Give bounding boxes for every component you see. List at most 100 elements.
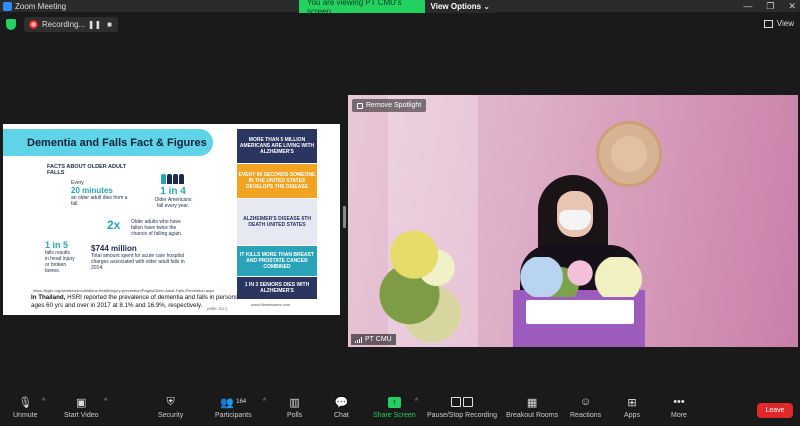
- view-label: View: [776, 19, 794, 28]
- one-in-five-block: 1 in 5 falls results in head injury or b…: [45, 240, 75, 274]
- apps-label: Apps: [624, 412, 640, 419]
- slide-source: https://bgllc.org/whatsendo/childrens-he…: [33, 288, 215, 293]
- breakout-rooms-button[interactable]: ▦ Breakout Rooms: [506, 396, 559, 420]
- apps-button[interactable]: ⊞ Apps: [624, 396, 640, 420]
- start-video-button[interactable]: ▣ Start Video: [64, 396, 99, 420]
- thailand-bold: In Thailand,: [31, 294, 66, 301]
- reactions-button[interactable]: ☺ Reactions: [570, 396, 601, 419]
- participants-button[interactable]: 👥 164 Participants: [215, 396, 252, 420]
- every-value: 20 minutes: [71, 186, 113, 195]
- window-controls: — ❐ ✕: [743, 0, 796, 12]
- participants-label: Participants: [215, 412, 252, 419]
- polls-label: Polls: [287, 412, 303, 419]
- viewing-banner: You are viewing PT CMU's screen View Opt…: [299, 0, 496, 16]
- breakout-rooms-icon: ▦: [526, 396, 538, 409]
- shield-icon: ⛨: [166, 395, 175, 408]
- maximize-button[interactable]: ❐: [766, 1, 774, 12]
- every-block: Every 20 minutes an older adult dies fro…: [71, 180, 131, 207]
- unmute-button[interactable]: 🎙 Unmute: [13, 396, 38, 420]
- flower-arrangement: [378, 215, 468, 347]
- alz-card-1: MORE THAN 5 MILLION AMERICANS ARE LIVING…: [237, 129, 317, 163]
- leave-button[interactable]: Leave: [757, 403, 793, 418]
- one-in-five-desc: falls results in head injury or broken b…: [45, 250, 75, 274]
- participant-name-tag: PT CMU: [351, 334, 396, 345]
- meeting-topbar: [0, 12, 800, 38]
- minimize-button[interactable]: —: [743, 1, 752, 11]
- facts-heading: FACTS ABOUT OLDER ADULT FALLS: [47, 164, 127, 176]
- muted-mic-icon: 🎙: [18, 396, 33, 409]
- remove-spotlight-button[interactable]: Remove Spotlight: [352, 99, 427, 112]
- reactions-icon: ☺: [579, 396, 592, 408]
- audio-options-caret[interactable]: ^: [42, 398, 45, 405]
- polls-button[interactable]: ▥ Polls: [287, 396, 303, 420]
- participant-name: PT CMU: [365, 336, 392, 343]
- remove-spotlight-label: Remove Spotlight: [366, 102, 422, 109]
- one-in-five: 1 in 5: [45, 240, 69, 250]
- start-video-label: Start Video: [64, 412, 99, 419]
- grid-view-icon: [763, 19, 773, 28]
- reactions-label: Reactions: [570, 412, 602, 419]
- face-mask: [559, 210, 591, 230]
- two-x-desc: Older adults who have fallen have twice …: [131, 219, 183, 237]
- alzheimers-infographic: MORE THAN 5 MILLION AMERICANS ARE LIVING…: [237, 129, 317, 313]
- recording-indicator: Recording... ❚❚ ■: [24, 17, 118, 32]
- hsri-note: (HSRI, 2017): [207, 307, 228, 311]
- cost-value: $744 million: [91, 244, 137, 253]
- stop-recording-icon[interactable]: ■: [107, 20, 112, 29]
- window-title: Zoom Meeting: [15, 1, 67, 11]
- falls-infographic: FACTS ABOUT OLDER ADULT FALLS Every 20 m…: [31, 164, 211, 284]
- alz-card-3: ALZHEIMER'S DISEASE 6TH DEATH UNITED STA…: [237, 199, 317, 245]
- share-options-caret[interactable]: ^: [415, 398, 418, 405]
- view-options-button[interactable]: View Options ⌄: [424, 0, 496, 13]
- share-screen-icon: ↑: [387, 396, 401, 408]
- close-button[interactable]: ✕: [788, 1, 796, 12]
- cost-desc: Total amount spent for acute care hospit…: [91, 253, 185, 271]
- video-options-caret[interactable]: ^: [104, 398, 107, 405]
- pause-recording-icon[interactable]: ❚❚: [88, 20, 101, 29]
- share-screen-label: Share Screen: [373, 412, 416, 419]
- polls-icon: ▥: [289, 396, 300, 409]
- share-screen-button[interactable]: ↑ Share Screen: [373, 396, 416, 419]
- alz-card-5: 1 IN 3 SENIORS DIES WITH ALZHEIMER'S: [237, 277, 317, 299]
- one-in-four: 1 in 4: [160, 186, 186, 197]
- zoom-logo-icon: [3, 1, 12, 11]
- cost-block: $744 million Total amount spent for acut…: [91, 244, 191, 271]
- encryption-shield-icon[interactable]: [6, 19, 16, 30]
- breakout-label: Breakout Rooms: [506, 412, 559, 419]
- viewing-banner-text: You are viewing PT CMU's screen: [299, 0, 425, 16]
- pause-stop-recording-button[interactable]: Pause/Stop Recording: [427, 396, 497, 419]
- more-icon: •••: [673, 396, 685, 408]
- video-off-icon: ▣: [76, 396, 87, 409]
- apps-icon: ⊞: [627, 396, 637, 409]
- unmute-label: Unmute: [13, 412, 38, 419]
- spotlight-icon: [357, 102, 363, 109]
- one-in-four-desc: Older Americans fall every year.: [154, 197, 192, 209]
- recording-dot-icon: [29, 20, 38, 29]
- security-label: Security: [158, 412, 184, 419]
- alz-card-4: IT KILLS MORE THAN BREAST AND PROSTATE C…: [237, 246, 317, 276]
- spotlight-video[interactable]: Remove Spotlight PT CMU: [348, 95, 798, 347]
- alz-card-2: EVERY 66 SECONDS SOMEONE IN THE UNITED S…: [237, 164, 317, 198]
- pause-stop-icon: [451, 397, 474, 407]
- slide-title: Dementia and Falls Fact & Figures: [3, 129, 213, 156]
- participants-options-caret[interactable]: ^: [263, 398, 266, 405]
- one-in-four-block: 1 in 4 Older Americans fall every year.: [151, 174, 195, 209]
- chat-label: Chat: [334, 412, 349, 419]
- pause-stop-label: Pause/Stop Recording: [427, 412, 498, 419]
- podium-flowers: [516, 257, 644, 297]
- shared-screen: Dementia and Falls Fact & Figures FACTS …: [3, 124, 340, 315]
- chat-icon: 💬: [334, 396, 349, 409]
- security-button[interactable]: ⛨ Security: [158, 395, 184, 420]
- slide-url: www.5heartcares.com: [251, 302, 291, 307]
- people-icon: [151, 174, 195, 186]
- recording-label: Recording...: [42, 20, 86, 29]
- participants-count: 164: [236, 399, 247, 405]
- view-button[interactable]: View: [763, 19, 794, 28]
- podium-sign: [526, 300, 634, 324]
- split-resize-handle[interactable]: [343, 206, 346, 228]
- two-x: 2x: [107, 218, 121, 232]
- signal-bars-icon: [355, 336, 362, 343]
- more-button[interactable]: ••• More: [671, 396, 687, 419]
- more-label: More: [671, 412, 687, 419]
- chat-button[interactable]: 💬 Chat: [334, 396, 349, 420]
